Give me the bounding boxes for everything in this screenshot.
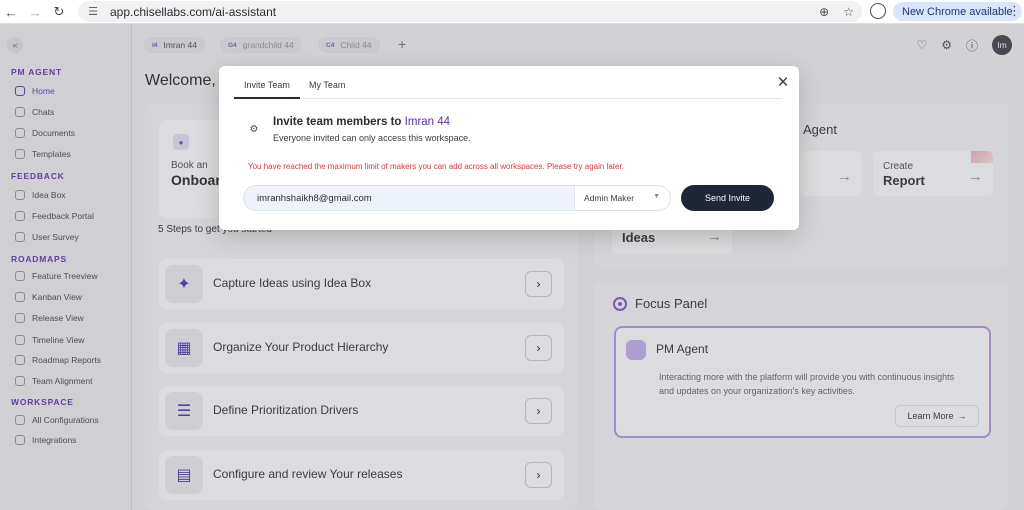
invite-subtitle: Everyone invited can only access this wo… xyxy=(273,133,471,143)
workspace-name: Imran 44 xyxy=(404,116,451,128)
tab-invite-team[interactable]: Invite Team xyxy=(234,80,300,99)
address-bar[interactable]: ☰ app.chisellabs.com/ai-assistant ⊕ ☆ xyxy=(78,1,862,22)
profile-icon[interactable] xyxy=(870,3,886,19)
back-icon[interactable]: ← xyxy=(0,1,22,23)
forward-icon[interactable]: → xyxy=(24,1,46,23)
send-invite-button[interactable]: Send Invite xyxy=(681,185,774,211)
zoom-icon[interactable]: ⊕ xyxy=(819,5,829,19)
email-input[interactable] xyxy=(243,185,575,211)
browser-menu-icon[interactable]: ⋮ xyxy=(1008,3,1021,19)
chevron-down-icon: ▼ xyxy=(653,193,660,200)
close-icon[interactable]: ✕ xyxy=(775,74,791,91)
invite-team-modal: Invite Team My Team ✕ ⚙ Invite team memb… xyxy=(219,66,799,230)
bookmark-star-icon[interactable]: ☆ xyxy=(843,5,854,19)
site-settings-icon[interactable]: ☰ xyxy=(86,5,100,19)
team-icon: ⚙ xyxy=(249,123,259,135)
browser-toolbar: ← → ↻ ☰ app.chisellabs.com/ai-assistant … xyxy=(0,0,1024,24)
reload-icon[interactable]: ↻ xyxy=(48,1,70,23)
invite-title: Invite team members to Imran 44 xyxy=(273,116,451,128)
tab-my-team[interactable]: My Team xyxy=(299,80,355,99)
limit-error-message: You have reached the maximum limit of ma… xyxy=(248,162,624,171)
chrome-update-button[interactable]: New Chrome available xyxy=(893,2,1022,21)
url-text: app.chisellabs.com/ai-assistant xyxy=(110,4,277,19)
modal-tab-bar: Invite Team My Team xyxy=(234,80,782,99)
role-select[interactable]: Admin Maker ▼ xyxy=(574,185,671,211)
